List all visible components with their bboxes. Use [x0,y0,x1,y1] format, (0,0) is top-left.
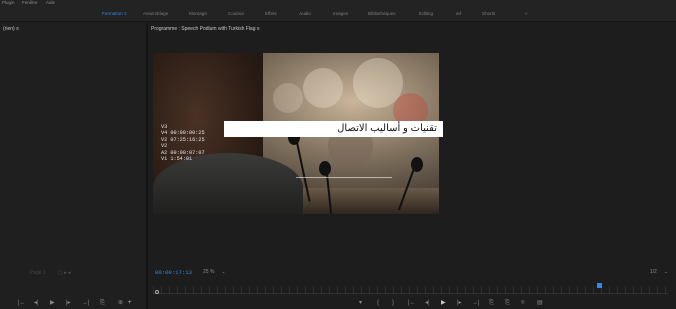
workspace-tab-assemblage[interactable]: Assemblage [143,6,168,22]
title-text: تقنيات و أساليب الاتصال [337,123,437,134]
step-back-icon[interactable]: ◂| [34,299,39,307]
go-to-out-icon[interactable]: →| [472,299,480,307]
ruler-baseline [153,293,668,294]
go-to-out-icon[interactable]: →| [82,299,90,307]
title-card[interactable]: تقنيات و أساليب الاتصال [224,121,443,137]
play-icon[interactable]: ▶ [50,299,55,307]
mark-out-icon[interactable]: } [392,299,394,307]
zoom-level-select[interactable]: 25 % ⌄ [203,269,226,275]
workspace-menu-icon[interactable]: ≡ [124,11,127,16]
source-timecode[interactable]: Page 1 [30,270,46,276]
add-icon[interactable]: + [128,299,132,307]
playhead-timecode[interactable]: 00:00:17:13 [155,269,192,276]
workspace-tab-ed[interactable]: ed [456,6,461,22]
go-to-in-icon[interactable]: |← [18,299,26,307]
microphone-icon [319,161,331,176]
workspace-tab-images[interactable]: Images [333,6,348,22]
mark-in-icon[interactable]: { [377,299,379,307]
workspace-tab-audio[interactable]: Audio [299,6,311,22]
workspace-tab-bibliotheques[interactable]: Bibliothèques [368,6,396,22]
workspace-tab-formation[interactable]: Formation ≡ [102,6,127,22]
source-marker-icons[interactable]: ▢ ▸ ◂ [58,270,71,276]
play-icon[interactable]: ▶ [441,299,446,307]
step-forward-icon[interactable]: |▸ [457,299,462,307]
playhead-handle[interactable] [597,283,602,288]
compare-view-icon[interactable]: ▤ [537,299,543,307]
insert-icon[interactable]: ⎘ [100,299,105,307]
workspace-tab-shorts[interactable]: Shorts [482,6,495,22]
program-panel-tab[interactable]: Programme : Speech Podium with Turkish F… [151,26,260,32]
panel-menu-icon[interactable]: ≡ [257,26,260,32]
workspace-tab-montage[interactable]: Montage [189,6,207,22]
source-panel: (rien) ≡ [0,23,146,309]
playback-resolution-select[interactable]: 1/2 ⌄ [650,269,668,275]
go-to-in-icon[interactable]: |← [408,299,416,307]
workspace-tab-effets[interactable]: Effets [265,6,277,22]
timecode-overlay: V3 V4 00:00:00:25 V2 07:25:16:25 V2 A2 0… [161,124,221,162]
workspace-tab-editing[interactable]: Editing [419,6,433,22]
chevron-down-icon: ⌄ [663,269,668,275]
source-controls: Page 1 ▢ ▸ ◂ [0,268,146,280]
bokeh-light [303,68,343,108]
workspace-bar: Formation ≡ Assemblage Montage Couleur E… [0,6,676,22]
step-forward-icon[interactable]: |▸ [66,299,71,307]
lift-icon[interactable]: ⎘ [489,299,494,307]
bokeh-light [273,83,303,113]
podium [303,188,439,214]
in-point-marker[interactable] [155,290,159,294]
marker-icon[interactable]: ▾ [359,299,362,307]
panel-menu-icon[interactable]: ≡ [16,26,19,32]
extract-icon[interactable]: ⎘ [505,299,510,307]
step-back-icon[interactable]: ◂| [425,299,430,307]
timecode-line: V1 1:54:01 [161,156,193,163]
workspace-tab-couleur[interactable]: Couleur [228,6,244,22]
source-panel-tab[interactable]: (rien) ≡ [3,26,19,32]
program-controls: 00:00:17:13 25 % ⌄ 1/2 ⌄ [148,269,676,279]
button-editor-icon[interactable]: ⊕ [118,299,123,307]
microphone-icon [411,157,423,172]
chevron-down-icon: ⌄ [221,269,226,275]
title-underline [296,177,392,178]
camera-icon[interactable]: ⌾ [521,299,525,307]
workspace-overflow-icon[interactable]: » [525,6,528,22]
